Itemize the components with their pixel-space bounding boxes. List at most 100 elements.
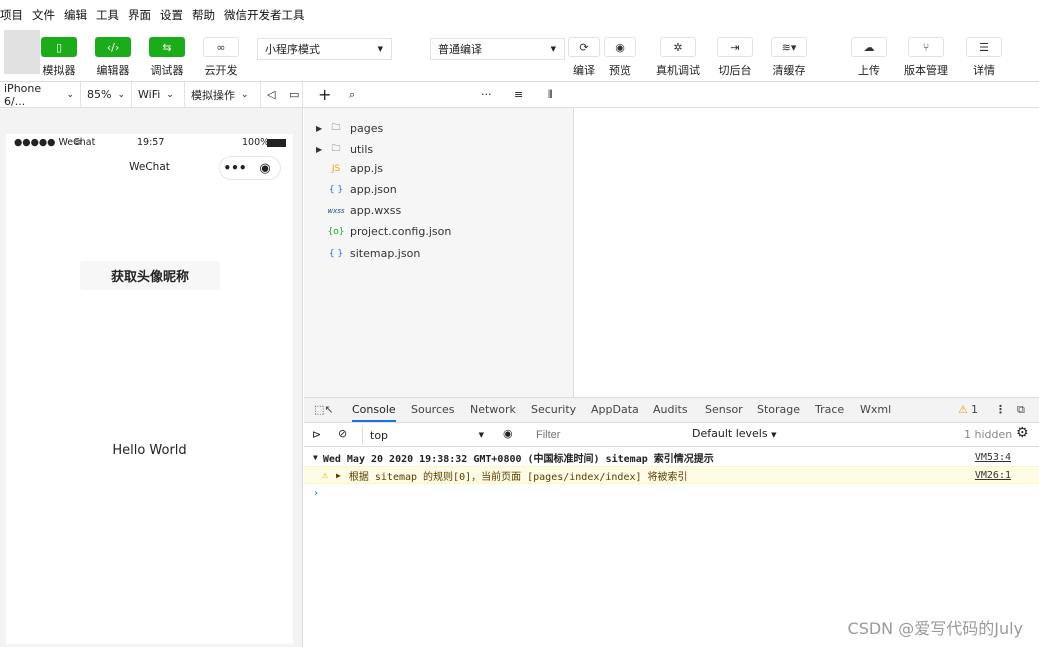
file-item-app-wxss[interactable]: wxss app.wxss (316, 204, 401, 217)
file-name: pages (350, 121, 384, 135)
chevron-down-icon: ⌄ (241, 89, 249, 100)
tab-sensor[interactable]: Sensor (705, 403, 743, 416)
zoom-select[interactable]: 85% ⌄ (81, 82, 132, 107)
debugger-button[interactable]: ⇆ 调试器 (139, 37, 195, 78)
console-prompt[interactable]: › (304, 484, 1039, 502)
menu-view[interactable]: 界面 (128, 7, 151, 23)
background-label: 切后台 (718, 64, 752, 77)
compile-select[interactable]: 普通编译 ▼ (430, 38, 565, 60)
preview-button[interactable]: ◉ 预览 (592, 37, 648, 78)
volume-icon[interactable]: ◁ (261, 82, 283, 107)
sidebar-toggle-icon[interactable]: ⊳ (312, 428, 321, 441)
console-filter-bar: ⊳ ⊘ top ▼ ◉ Default levels ▼ 1 hidden ⚙ (304, 423, 1039, 447)
caret-right-icon: ▶ (316, 144, 323, 154)
zoom-value: 85% (87, 88, 112, 101)
cloud-button[interactable]: ∞ 云开发 (193, 37, 249, 78)
console-source-link[interactable]: VM53:4 (975, 452, 1011, 463)
tab-security[interactable]: Security (531, 403, 576, 416)
menu-devtools[interactable]: 微信开发者工具 (224, 7, 305, 23)
tab-trace[interactable]: Trace (815, 403, 844, 416)
console-warning-line: ⚠ ▶ 根据 sitemap 的规则[0]，当前页面 [pages/index/… (304, 466, 1039, 484)
kebab-menu-icon[interactable]: ⋮ (995, 403, 1006, 416)
console-filter-input[interactable] (531, 426, 684, 444)
version-button[interactable]: ⑂ 版本管理 (898, 37, 954, 78)
close-circle-icon[interactable]: ◉ (250, 161, 280, 176)
search-icon[interactable]: ⌕ (343, 82, 361, 107)
console-source-link[interactable]: VM26:1 (975, 470, 1011, 481)
caret-down-icon: ▼ (478, 431, 484, 439)
editor-button[interactable]: ‹/› 编辑器 (85, 37, 141, 78)
tab-appdata[interactable]: AppData (591, 403, 639, 416)
capsule-menu[interactable]: ••• ◉ (219, 156, 281, 180)
gear-icon[interactable]: ⚙ (1016, 425, 1029, 441)
menu-project[interactable]: 项目 (0, 7, 23, 23)
simulator-pane: ●●●●● WeChat ≋ 19:57 100% WeChat ••• ◉ 获… (0, 108, 303, 647)
upload-button[interactable]: ☁ 上传 (841, 37, 897, 78)
more-dots-icon[interactable]: ••• (220, 161, 250, 175)
menu-settings[interactable]: 设置 (160, 7, 183, 23)
file-item-sitemap[interactable]: { } sitemap.json (316, 247, 420, 260)
file-item-app-json[interactable]: { } app.json (316, 183, 397, 196)
caret-right-icon: ▶ (316, 123, 323, 133)
switch-icon: ⇥ (717, 37, 753, 57)
hidden-count: 1 hidden (964, 428, 1013, 441)
context-select[interactable]: top ▼ (362, 426, 490, 444)
split-panel-icon[interactable]: ⫴ (542, 82, 559, 107)
tab-sources[interactable]: Sources (411, 403, 455, 416)
caret-down-icon[interactable]: ▼ (313, 453, 318, 462)
menu-tools[interactable]: 工具 (96, 7, 119, 23)
tab-wxml[interactable]: Wxml (860, 403, 891, 416)
clear-cache-label: 清缓存 (772, 64, 806, 77)
window-icon[interactable]: ▭ (283, 82, 303, 107)
real-debug-button[interactable]: ✲ 真机调试 (650, 37, 706, 78)
clear-console-icon[interactable]: ⊘ (338, 427, 347, 440)
get-profile-button[interactable]: 获取头像昵称 (80, 261, 220, 290)
collapse-list-icon[interactable]: ≡ (508, 82, 529, 107)
file-name: sitemap.json (350, 247, 421, 260)
simulate-ops-select[interactable]: 模拟操作 ⌄ (185, 82, 261, 107)
tab-console[interactable]: Console (352, 403, 396, 422)
log-levels-select[interactable]: Default levels ▼ (692, 427, 776, 440)
eye-icon[interactable]: ◉ (503, 427, 513, 440)
add-file-icon[interactable]: + (312, 82, 337, 107)
undock-icon[interactable]: ⧉ (1017, 403, 1025, 417)
file-item-utils[interactable]: ▶ 🗀 utils (316, 141, 373, 157)
cloud-label: 云开发 (204, 64, 238, 77)
tab-storage[interactable]: Storage (757, 403, 800, 416)
chevron-down-icon: ⌄ (117, 89, 125, 100)
file-item-app-js[interactable]: JS app.js (316, 162, 383, 175)
network-select[interactable]: WiFi ⌄ (132, 82, 185, 107)
console-line: ▼ Wed May 20 2020 19:38:32 GMT+0800 (中国标… (304, 448, 1039, 466)
editor-area[interactable] (573, 108, 1039, 397)
chevron-down-icon: ⌄ (166, 89, 174, 100)
nav-bar: WeChat ••• ◉ (6, 152, 293, 182)
code-icon: ‹/› (95, 37, 131, 57)
mode-select-value: 小程序模式 (265, 43, 320, 56)
inspect-element-icon[interactable]: ⬚↖ (314, 403, 334, 416)
version-label: 版本管理 (904, 64, 948, 77)
file-item-pages[interactable]: ▶ 🗀 pages (316, 120, 383, 136)
chevron-down-icon: ⌄ (66, 89, 74, 100)
file-item-project-config[interactable]: {o} project.config.json (316, 225, 452, 238)
real-debug-label: 真机调试 (656, 64, 700, 77)
tab-audits[interactable]: Audits (653, 403, 688, 416)
background-button[interactable]: ⇥ 切后台 (707, 37, 763, 78)
device-select[interactable]: iPhone 6/... ⌄ (0, 82, 81, 108)
compile-select-value: 普通编译 (438, 43, 482, 56)
debug-icon: ⇆ (149, 37, 185, 57)
cloud-link-icon: ∞ (203, 37, 239, 57)
caret-right-icon[interactable]: ▶ (336, 471, 341, 480)
menu-edit[interactable]: 编辑 (64, 7, 87, 23)
folder-icon: 🗀 (331, 144, 341, 154)
warning-icon[interactable]: ⚠ (958, 403, 968, 416)
file-name: project.config.json (350, 225, 452, 238)
menu-file[interactable]: 文件 (32, 7, 55, 23)
file-tree: ▶ 🗀 pages ▶ 🗀 utils JS app.js { } app.json wxs… (304, 108, 573, 397)
tab-network[interactable]: Network (470, 403, 516, 416)
menu-help[interactable]: 帮助 (192, 7, 215, 23)
clear-cache-button[interactable]: ≋▾ 清缓存 (761, 37, 817, 78)
more-icon[interactable]: ··· (475, 82, 498, 107)
network-value: WiFi (138, 88, 161, 101)
mode-select[interactable]: 小程序模式 ▼ (257, 38, 392, 60)
details-button[interactable]: ☰ 详情 (956, 37, 1012, 78)
